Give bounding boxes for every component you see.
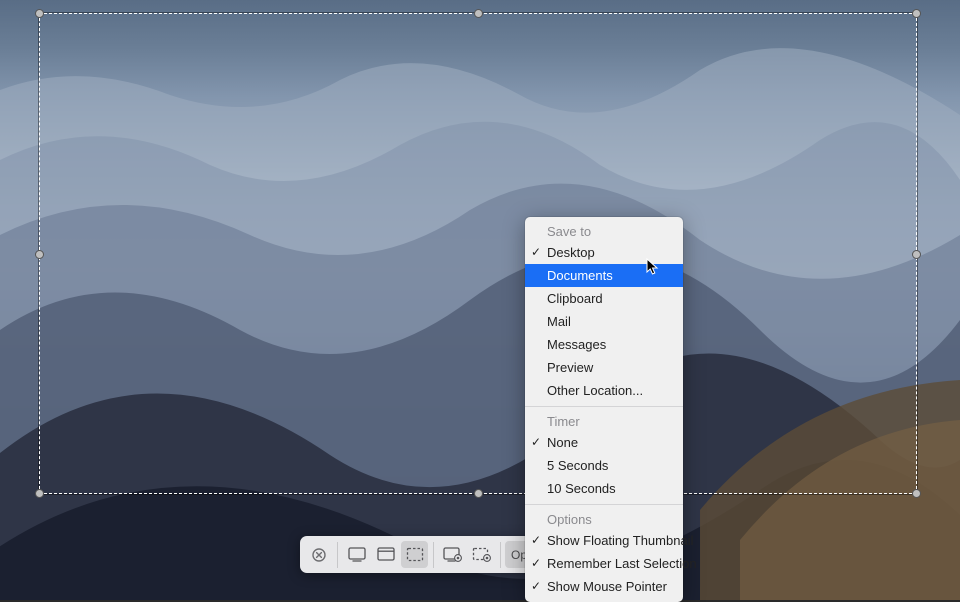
- resize-handle-w[interactable]: [35, 250, 44, 259]
- menu-separator: [525, 406, 683, 407]
- resize-handle-sw[interactable]: [35, 489, 44, 498]
- close-icon: [312, 548, 326, 562]
- resize-handle-se[interactable]: [912, 489, 921, 498]
- capture-selection-button[interactable]: [401, 541, 428, 568]
- menu-item-timer-10s[interactable]: 10 Seconds: [525, 477, 683, 500]
- resize-handle-nw[interactable]: [35, 9, 44, 18]
- toolbar-separator: [433, 542, 434, 568]
- menu-item-mail[interactable]: Mail: [525, 310, 683, 333]
- toolbar-separator: [500, 542, 501, 568]
- menu-section-save-to: Save to: [525, 221, 683, 241]
- capture-entire-screen-button[interactable]: [343, 541, 370, 568]
- resize-handle-n[interactable]: [474, 9, 483, 18]
- options-menu: Save to ✓ Desktop Documents Clipboard Ma…: [525, 217, 683, 602]
- close-button[interactable]: [305, 541, 332, 568]
- menu-item-timer-none[interactable]: ✓ None: [525, 431, 683, 454]
- selection-marquee[interactable]: [39, 13, 917, 494]
- toolbar-separator: [337, 542, 338, 568]
- record-selection-button[interactable]: [468, 541, 495, 568]
- menu-item-other-location[interactable]: Other Location...: [525, 379, 683, 402]
- menu-item-remember-last-selection[interactable]: ✓ Remember Last Selection: [525, 552, 683, 575]
- resize-handle-e[interactable]: [912, 250, 921, 259]
- menu-item-show-mouse-pointer[interactable]: ✓ Show Mouse Pointer: [525, 575, 683, 598]
- resize-handle-ne[interactable]: [912, 9, 921, 18]
- menu-item-timer-5s[interactable]: 5 Seconds: [525, 454, 683, 477]
- menu-item-documents[interactable]: Documents: [525, 264, 683, 287]
- record-screen-icon: [443, 547, 463, 562]
- check-icon: ✓: [531, 555, 541, 572]
- menu-item-clipboard[interactable]: Clipboard: [525, 287, 683, 310]
- menu-section-timer: Timer: [525, 411, 683, 431]
- menu-separator: [525, 504, 683, 505]
- menu-item-show-floating-thumbnail[interactable]: ✓ Show Floating Thumbnail: [525, 529, 683, 552]
- resize-handle-s[interactable]: [474, 489, 483, 498]
- menu-item-preview[interactable]: Preview: [525, 356, 683, 379]
- check-icon: ✓: [531, 244, 541, 261]
- screen-icon: [348, 547, 366, 562]
- window-icon: [377, 547, 395, 562]
- menu-item-desktop[interactable]: ✓ Desktop: [525, 241, 683, 264]
- check-icon: ✓: [531, 434, 541, 451]
- capture-window-button[interactable]: [372, 541, 399, 568]
- menu-section-options: Options: [525, 509, 683, 529]
- selection-icon: [406, 547, 424, 562]
- menu-item-messages[interactable]: Messages: [525, 333, 683, 356]
- check-icon: ✓: [531, 578, 541, 595]
- record-entire-screen-button[interactable]: [439, 541, 466, 568]
- check-icon: ✓: [531, 532, 541, 549]
- record-selection-icon: [472, 547, 492, 562]
